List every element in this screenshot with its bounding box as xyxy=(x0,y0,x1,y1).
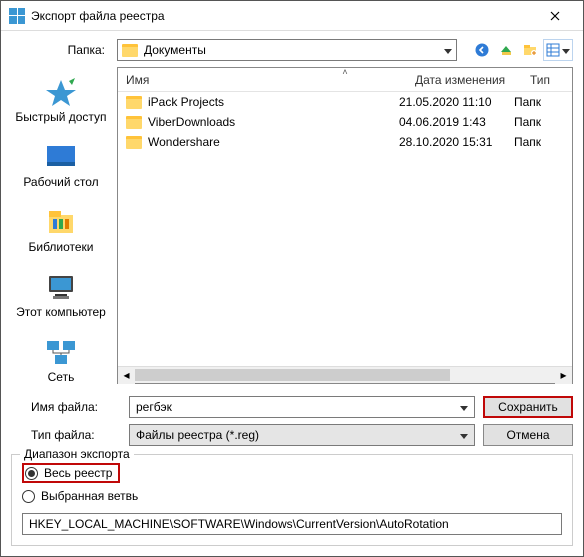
chevron-down-icon xyxy=(460,428,468,442)
folder-icon xyxy=(126,136,142,149)
item-name: Wondershare xyxy=(148,135,399,149)
chevron-down-icon xyxy=(460,400,468,414)
radio-icon xyxy=(22,490,35,503)
place-label: Сеть xyxy=(48,370,75,384)
file-fields: Имя файла: регбэк Сохранить Тип файла: Ф… xyxy=(1,390,583,448)
list-item[interactable]: ViberDownloads04.06.2019 1:43Папк xyxy=(118,112,572,132)
radio-icon xyxy=(25,467,38,480)
save-button[interactable]: Сохранить xyxy=(483,396,573,418)
folder-icon xyxy=(126,116,142,129)
view-button[interactable] xyxy=(543,39,573,61)
chevron-down-icon xyxy=(444,43,452,57)
place-label: Быстрый доступ xyxy=(15,110,106,124)
file-list: ˄ Имя Дата изменения Тип iPack Projects2… xyxy=(117,67,573,384)
filename-value: регбэк xyxy=(136,400,172,414)
file-rows: iPack Projects21.05.2020 11:10ПапкViberD… xyxy=(118,92,572,366)
new-folder-button[interactable] xyxy=(519,39,541,61)
item-name: ViberDownloads xyxy=(148,115,399,129)
up-icon xyxy=(498,42,514,58)
export-range-group: Диапазон экспорта Весь реестр Выбранная … xyxy=(11,454,573,546)
titlebar: Экспорт файла реестра xyxy=(1,1,583,31)
place-network[interactable]: Сеть xyxy=(11,333,111,388)
filename-input[interactable]: регбэк xyxy=(129,396,475,418)
item-type: Папк xyxy=(514,115,564,129)
up-button[interactable] xyxy=(495,39,517,61)
item-date: 21.05.2020 11:10 xyxy=(399,95,514,109)
cancel-button[interactable]: Отмена xyxy=(483,424,573,446)
star-icon xyxy=(43,77,79,107)
place-label: Этот компьютер xyxy=(16,305,106,319)
places-bar: Быстрый доступ Рабочий стол Библиотеки Э… xyxy=(11,67,111,384)
computer-icon xyxy=(43,272,79,302)
place-this-pc[interactable]: Этот компьютер xyxy=(11,268,111,323)
item-type: Папк xyxy=(514,95,564,109)
filename-label: Имя файла: xyxy=(11,400,121,414)
scroll-right[interactable]: ▸ xyxy=(555,367,572,384)
place-label: Библиотеки xyxy=(28,240,93,254)
sort-indicator: ˄ xyxy=(118,67,572,77)
filetype-dropdown[interactable]: Файлы реестра (*.reg) xyxy=(129,424,475,446)
export-range-legend: Диапазон экспорта xyxy=(20,447,134,461)
folder-label: Папка: xyxy=(11,43,111,57)
filetype-label: Тип файла: xyxy=(11,428,121,442)
branch-path-input[interactable] xyxy=(22,513,562,535)
chevron-down-icon xyxy=(562,43,570,57)
place-quick-access[interactable]: Быстрый доступ xyxy=(11,73,111,128)
close-button[interactable] xyxy=(535,1,575,31)
scroll-thumb[interactable] xyxy=(135,369,450,381)
libraries-icon xyxy=(43,207,79,237)
item-name: iPack Projects xyxy=(148,95,399,109)
column-headers: ˄ Имя Дата изменения Тип xyxy=(118,68,572,92)
scroll-track[interactable] xyxy=(135,367,555,383)
folder-icon xyxy=(122,44,138,57)
folder-icon xyxy=(126,96,142,109)
scroll-left[interactable]: ◂ xyxy=(118,367,135,384)
window-title: Экспорт файла реестра xyxy=(31,9,535,23)
folder-row: Папка: Документы xyxy=(1,31,583,67)
place-label: Рабочий стол xyxy=(23,175,98,189)
folder-dropdown[interactable]: Документы xyxy=(117,39,457,61)
item-date: 04.06.2019 1:43 xyxy=(399,115,514,129)
list-item[interactable]: Wondershare28.10.2020 15:31Папк xyxy=(118,132,572,152)
back-icon xyxy=(474,42,490,58)
view-icon xyxy=(546,43,560,57)
back-button[interactable] xyxy=(471,39,493,61)
item-date: 28.10.2020 15:31 xyxy=(399,135,514,149)
folder-value: Документы xyxy=(144,43,206,57)
close-icon xyxy=(550,11,560,21)
item-type: Папк xyxy=(514,135,564,149)
new-folder-icon xyxy=(522,42,538,58)
radio-all-label: Весь реестр xyxy=(44,466,112,480)
toolbar xyxy=(471,39,573,61)
radio-selected-branch[interactable]: Выбранная ветвь xyxy=(22,489,562,503)
horizontal-scrollbar[interactable]: ◂ ▸ xyxy=(118,366,572,383)
filetype-value: Файлы реестра (*.reg) xyxy=(136,428,259,442)
place-desktop[interactable]: Рабочий стол xyxy=(11,138,111,193)
radio-all-registry[interactable]: Весь реестр xyxy=(22,463,120,483)
radio-branch-label: Выбранная ветвь xyxy=(41,489,138,503)
app-icon xyxy=(9,8,25,24)
place-libraries[interactable]: Библиотеки xyxy=(11,203,111,258)
desktop-icon xyxy=(43,142,79,172)
network-icon xyxy=(43,337,79,367)
list-item[interactable]: iPack Projects21.05.2020 11:10Папк xyxy=(118,92,572,112)
